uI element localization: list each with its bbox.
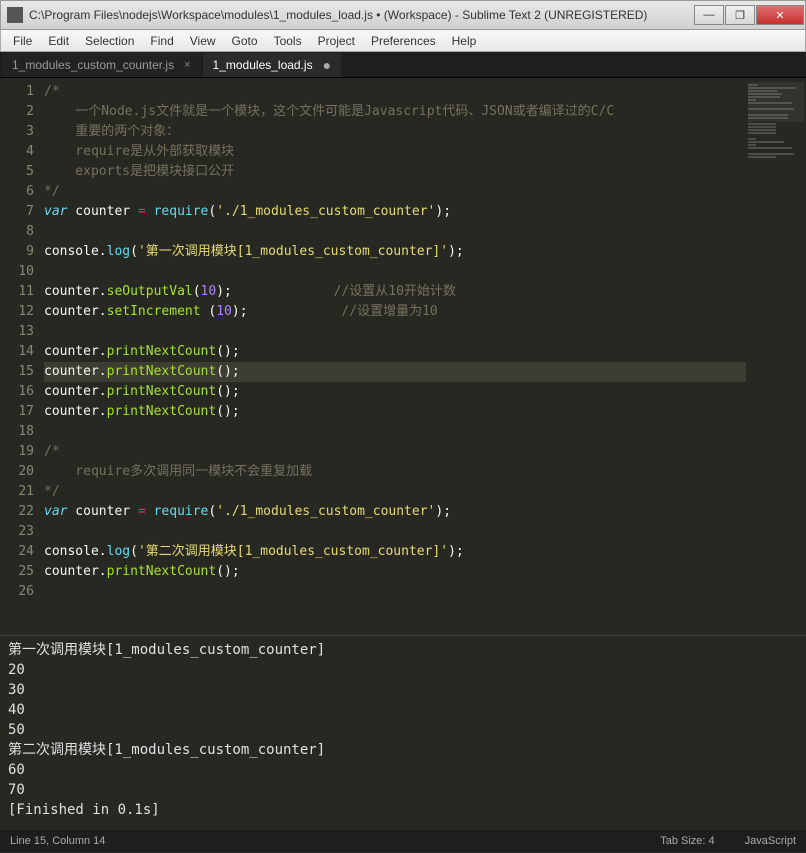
line-number[interactable]: 21 bbox=[0, 482, 34, 502]
tab-load-file[interactable]: 1_modules_load.js ● bbox=[203, 53, 342, 77]
comment: 一个Node.js文件就是一个模块，这个文件可能是Javascript代码、JS… bbox=[44, 104, 614, 119]
status-bar: Line 15, Column 14 Tab Size: 4 JavaScrip… bbox=[0, 830, 806, 852]
menu-edit[interactable]: Edit bbox=[40, 32, 77, 50]
line-number[interactable]: 13 bbox=[0, 322, 34, 342]
menu-goto[interactable]: Goto bbox=[224, 32, 266, 50]
console-line: 60 bbox=[8, 760, 798, 780]
line-number[interactable]: 4 bbox=[0, 142, 34, 162]
line-number[interactable]: 26 bbox=[0, 582, 34, 602]
line-number[interactable]: 18 bbox=[0, 422, 34, 442]
comment: require多次调用同一模块不会重复加载 bbox=[44, 464, 312, 479]
line-number[interactable]: 7 bbox=[0, 202, 34, 222]
comment: exports是把模块接口公开 bbox=[44, 164, 234, 179]
line-number[interactable]: 1 bbox=[0, 82, 34, 102]
menu-file[interactable]: File bbox=[5, 32, 40, 50]
code-area[interactable]: /* 一个Node.js文件就是一个模块，这个文件可能是Javascript代码… bbox=[44, 78, 806, 635]
line-number[interactable]: 3 bbox=[0, 122, 34, 142]
line-number[interactable]: 2 bbox=[0, 102, 34, 122]
status-tab-size[interactable]: Tab Size: 4 bbox=[660, 835, 714, 847]
line-number[interactable]: 23 bbox=[0, 522, 34, 542]
menu-bar: File Edit Selection Find View Goto Tools… bbox=[0, 30, 806, 52]
line-number[interactable]: 16 bbox=[0, 382, 34, 402]
menu-project[interactable]: Project bbox=[310, 32, 363, 50]
dirty-icon: ● bbox=[323, 60, 331, 70]
line-number[interactable]: 14 bbox=[0, 342, 34, 362]
console-line: 第二次调用模块[1_modules_custom_counter] bbox=[8, 740, 798, 760]
line-number[interactable]: 12 bbox=[0, 302, 34, 322]
menu-view[interactable]: View bbox=[182, 32, 224, 50]
menu-selection[interactable]: Selection bbox=[77, 32, 142, 50]
keyword: var bbox=[44, 204, 67, 219]
tab-label: 1_modules_custom_counter.js bbox=[12, 58, 174, 72]
console-line: 40 bbox=[8, 700, 798, 720]
window-minimize-button[interactable]: — bbox=[694, 5, 724, 25]
console-line: 第一次调用模块[1_modules_custom_counter] bbox=[8, 640, 798, 660]
status-cursor-position[interactable]: Line 15, Column 14 bbox=[10, 835, 660, 847]
line-gutter: 1 2 3 4 5 6 7 8 9 10 11 12 13 14 15 16 1… bbox=[0, 78, 44, 635]
status-syntax[interactable]: JavaScript bbox=[745, 835, 796, 847]
console-line: [Finished in 0.1s] bbox=[8, 800, 798, 820]
window-close-button[interactable]: ✕ bbox=[756, 5, 804, 25]
menu-tools[interactable]: Tools bbox=[266, 32, 310, 50]
minimap[interactable] bbox=[746, 78, 806, 635]
editor: 1 2 3 4 5 6 7 8 9 10 11 12 13 14 15 16 1… bbox=[0, 78, 806, 635]
line-number[interactable]: 15 bbox=[0, 362, 34, 382]
window-controls: — ❐ ✕ bbox=[694, 5, 805, 25]
comment: */ bbox=[44, 184, 60, 199]
line-number[interactable]: 9 bbox=[0, 242, 34, 262]
tab-label: 1_modules_load.js bbox=[213, 58, 313, 72]
current-line: counter.printNextCount(); bbox=[44, 362, 806, 382]
line-number[interactable]: 5 bbox=[0, 162, 34, 182]
line-number[interactable]: 8 bbox=[0, 222, 34, 242]
comment: require是从外部获取模块 bbox=[44, 144, 234, 159]
tab-bar: 1_modules_custom_counter.js × 1_modules_… bbox=[0, 52, 806, 78]
menu-help[interactable]: Help bbox=[444, 32, 485, 50]
console-line: 20 bbox=[8, 660, 798, 680]
app-icon bbox=[7, 7, 23, 23]
console-line: 70 bbox=[8, 780, 798, 800]
comment: 重要的两个对象： bbox=[44, 124, 179, 139]
line-number[interactable]: 17 bbox=[0, 402, 34, 422]
line-number[interactable]: 19 bbox=[0, 442, 34, 462]
console-line: 30 bbox=[8, 680, 798, 700]
window-title: C:\Program Files\nodejs\Workspace\module… bbox=[29, 8, 694, 22]
console-line: 50 bbox=[8, 720, 798, 740]
comment: /* bbox=[44, 444, 60, 459]
close-icon[interactable]: × bbox=[184, 59, 190, 71]
line-number[interactable]: 11 bbox=[0, 282, 34, 302]
line-number[interactable]: 22 bbox=[0, 502, 34, 522]
window-maximize-button[interactable]: ❐ bbox=[725, 5, 755, 25]
line-number[interactable]: 10 bbox=[0, 262, 34, 282]
line-number[interactable]: 24 bbox=[0, 542, 34, 562]
menu-find[interactable]: Find bbox=[142, 32, 181, 50]
menu-preferences[interactable]: Preferences bbox=[363, 32, 444, 50]
window-titlebar: C:\Program Files\nodejs\Workspace\module… bbox=[0, 0, 806, 30]
comment: /* bbox=[44, 84, 60, 99]
line-number[interactable]: 20 bbox=[0, 462, 34, 482]
line-number[interactable]: 25 bbox=[0, 562, 34, 582]
line-number[interactable]: 6 bbox=[0, 182, 34, 202]
comment: */ bbox=[44, 484, 60, 499]
minimap-content bbox=[748, 84, 798, 159]
build-output-panel[interactable]: 第一次调用模块[1_modules_custom_counter] 20 30 … bbox=[0, 635, 806, 830]
tab-counter-file[interactable]: 1_modules_custom_counter.js × bbox=[2, 53, 201, 77]
